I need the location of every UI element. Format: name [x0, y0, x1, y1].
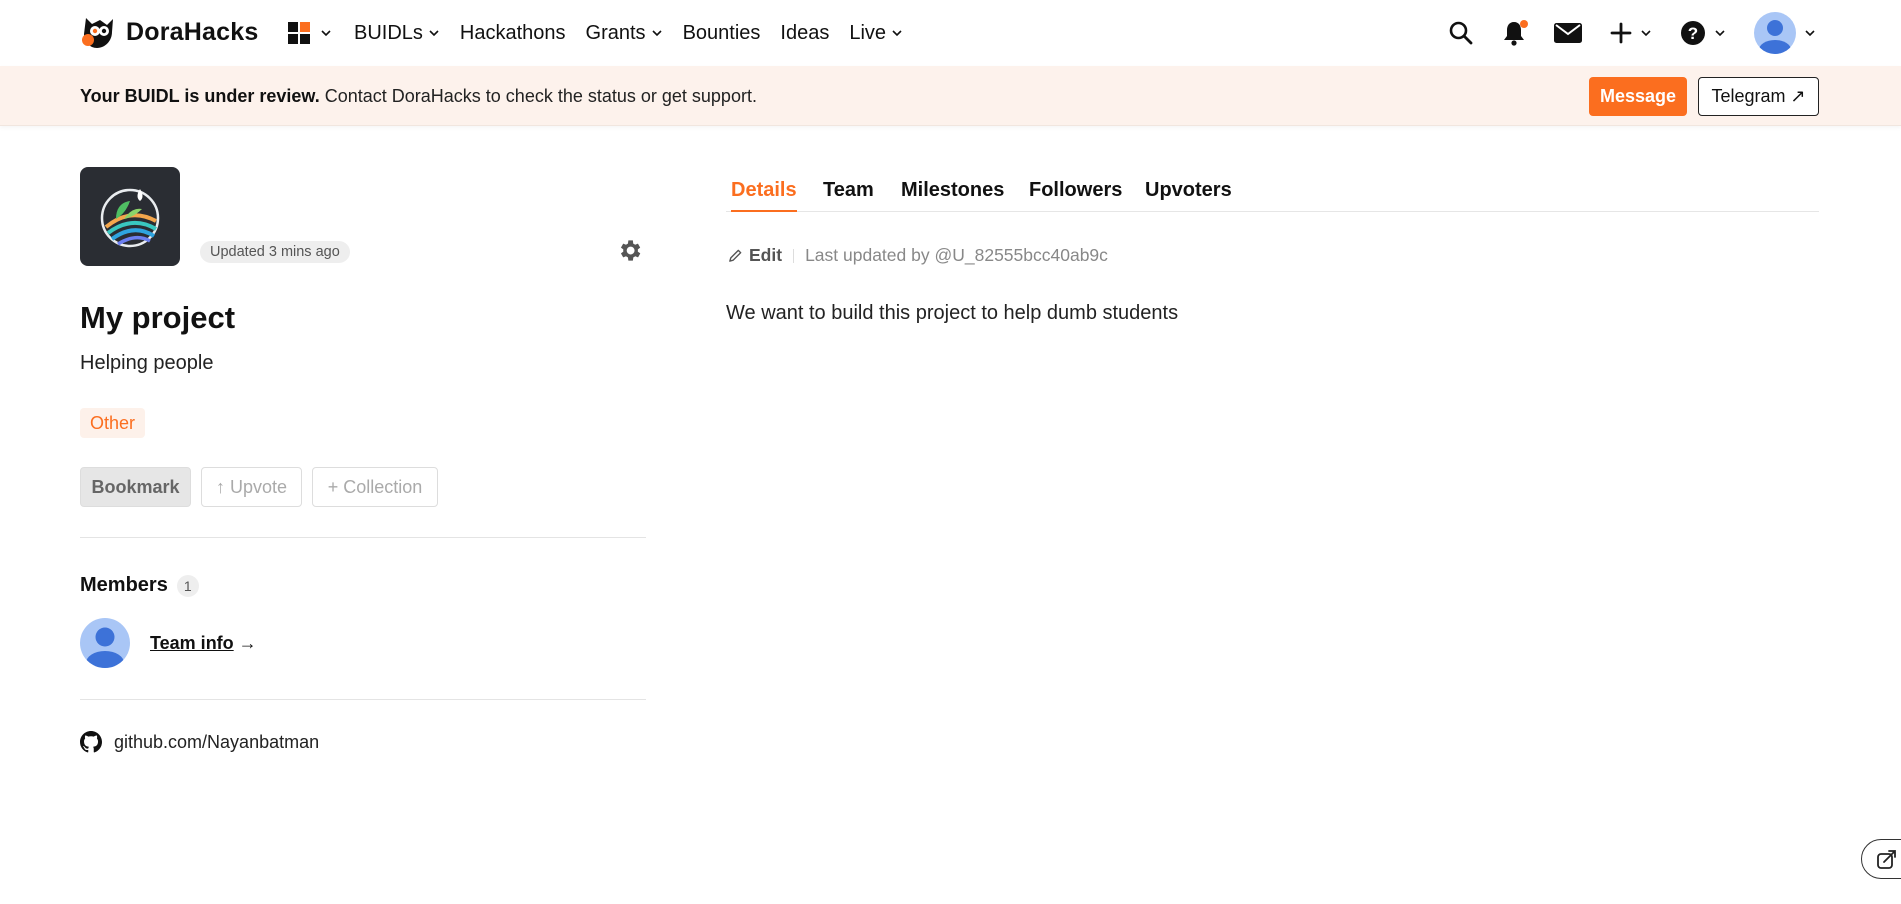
- add-to-collection-button[interactable]: + Collection: [312, 467, 438, 507]
- tab-team[interactable]: Team: [823, 179, 874, 210]
- nav-ideas-label: Ideas: [780, 21, 830, 44]
- chevron-down-icon: [321, 30, 331, 37]
- project-logo: [80, 167, 180, 266]
- main-nav: BUIDLs Hackathons Grants Bounties Ideas …: [287, 16, 923, 50]
- github-url: github.com/Nayanbatman: [114, 731, 320, 752]
- chevron-down-icon: [651, 30, 662, 37]
- github-icon: [80, 731, 102, 753]
- nav-buidls-label: BUIDLs: [354, 21, 423, 44]
- project-subtitle: Helping people: [80, 352, 214, 374]
- user-silhouette-icon: [1759, 20, 1791, 54]
- tab-milestones[interactable]: Milestones: [901, 179, 1004, 210]
- review-status-banner: Your BUIDL is under review. Contact Dora…: [0, 66, 1901, 126]
- search-icon: [1449, 21, 1473, 45]
- arrow-right-icon: →: [233, 633, 257, 653]
- banner-bold-text: Your BUIDL is under review.: [80, 86, 320, 106]
- team-info-label: Team info: [150, 633, 234, 653]
- plus-icon: [1610, 22, 1632, 44]
- pencil-icon: [729, 249, 742, 262]
- chevron-down-icon: [1715, 30, 1725, 37]
- settings-button[interactable]: [616, 237, 643, 269]
- telegram-button[interactable]: Telegram ↗: [1698, 77, 1819, 116]
- brand-name: DoraHacks: [126, 17, 259, 46]
- divider: [80, 699, 646, 700]
- team-info-link[interactable]: Team info →: [150, 633, 257, 654]
- apps-grid-icon: [288, 22, 310, 44]
- avatar: [1754, 12, 1796, 54]
- banner-text: Contact DoraHacks to check the status or…: [319, 86, 757, 106]
- github-link[interactable]: github.com/Nayanbatman: [80, 731, 319, 753]
- user-menu-button[interactable]: [1754, 12, 1816, 54]
- nav-live-label: Live: [849, 21, 887, 44]
- tab-upvoters[interactable]: Upvoters: [1145, 179, 1232, 210]
- nav-bounties-label: Bounties: [682, 21, 761, 44]
- help-icon: ?: [1681, 21, 1705, 45]
- help-menu-button[interactable]: ?: [1680, 20, 1726, 46]
- tab-followers[interactable]: Followers: [1029, 179, 1122, 210]
- chevron-down-icon: [429, 30, 439, 37]
- top-navigation-bar: DoraHacks BUIDLs Hackathons Grants Bount…: [0, 0, 1901, 66]
- nav-hackathons-label: Hackathons: [459, 21, 566, 44]
- header-actions: ?: [1420, 12, 1816, 54]
- project-logo-image: [100, 188, 160, 248]
- notification-dot: [1520, 20, 1528, 28]
- members-heading: Members 1: [80, 574, 199, 597]
- tab-details[interactable]: Details: [731, 179, 797, 212]
- category-tag[interactable]: Other: [80, 408, 146, 438]
- dorahacks-logo[interactable]: DoraHacks: [80, 14, 258, 50]
- project-title: My project: [80, 300, 236, 335]
- svg-text:?: ?: [1688, 24, 1698, 43]
- user-silhouette-icon: [86, 627, 124, 668]
- separator: [793, 248, 795, 263]
- nav-hackathons[interactable]: Hackathons: [460, 22, 566, 45]
- edit-label: Edit: [749, 245, 783, 265]
- details-meta-row: Edit Last updated by @U_82555bcc40ab9c: [728, 245, 1108, 266]
- chevron-down-icon: [892, 30, 902, 37]
- divider: [80, 537, 646, 538]
- dorahacks-mascot-icon: [82, 18, 113, 48]
- last-updated-text: Last updated by @U_82555bcc40ab9c: [805, 245, 1108, 265]
- project-tabs: Details Team Milestones Followers Upvote…: [726, 175, 1819, 212]
- nav-buidls[interactable]: BUIDLs: [354, 22, 440, 45]
- search-button[interactable]: [1448, 20, 1474, 46]
- nav-ideas[interactable]: Ideas: [780, 22, 829, 45]
- messages-button[interactable]: [1554, 22, 1582, 44]
- create-menu-button[interactable]: [1610, 22, 1652, 44]
- message-button[interactable]: Message: [1589, 77, 1687, 116]
- member-avatar[interactable]: [80, 618, 130, 668]
- banner-message: Your BUIDL is under review. Contact Dora…: [80, 86, 757, 107]
- members-count-badge: 1: [176, 574, 199, 597]
- share-icon: [1877, 850, 1896, 869]
- upvote-button[interactable]: ↑ Upvote: [201, 467, 302, 507]
- notifications-button[interactable]: [1502, 20, 1528, 46]
- nav-grants-label: Grants: [585, 21, 646, 44]
- edit-button[interactable]: Edit: [728, 245, 782, 266]
- gear-icon: [620, 240, 641, 261]
- chevron-down-icon: [1641, 30, 1651, 37]
- members-label: Members: [80, 574, 168, 596]
- updated-badge: Updated 3 mins ago: [200, 241, 350, 263]
- share-button[interactable]: [1861, 839, 1901, 879]
- nav-grants[interactable]: Grants: [586, 22, 663, 45]
- chevron-down-icon: [1805, 30, 1815, 37]
- mail-icon: [1554, 23, 1582, 43]
- nav-live[interactable]: Live: [849, 22, 903, 45]
- nav-bounties[interactable]: Bounties: [683, 22, 761, 45]
- bookmark-button[interactable]: Bookmark: [80, 467, 191, 507]
- project-description: We want to build this project to help du…: [726, 302, 1179, 324]
- apps-menu-button[interactable]: [287, 21, 332, 45]
